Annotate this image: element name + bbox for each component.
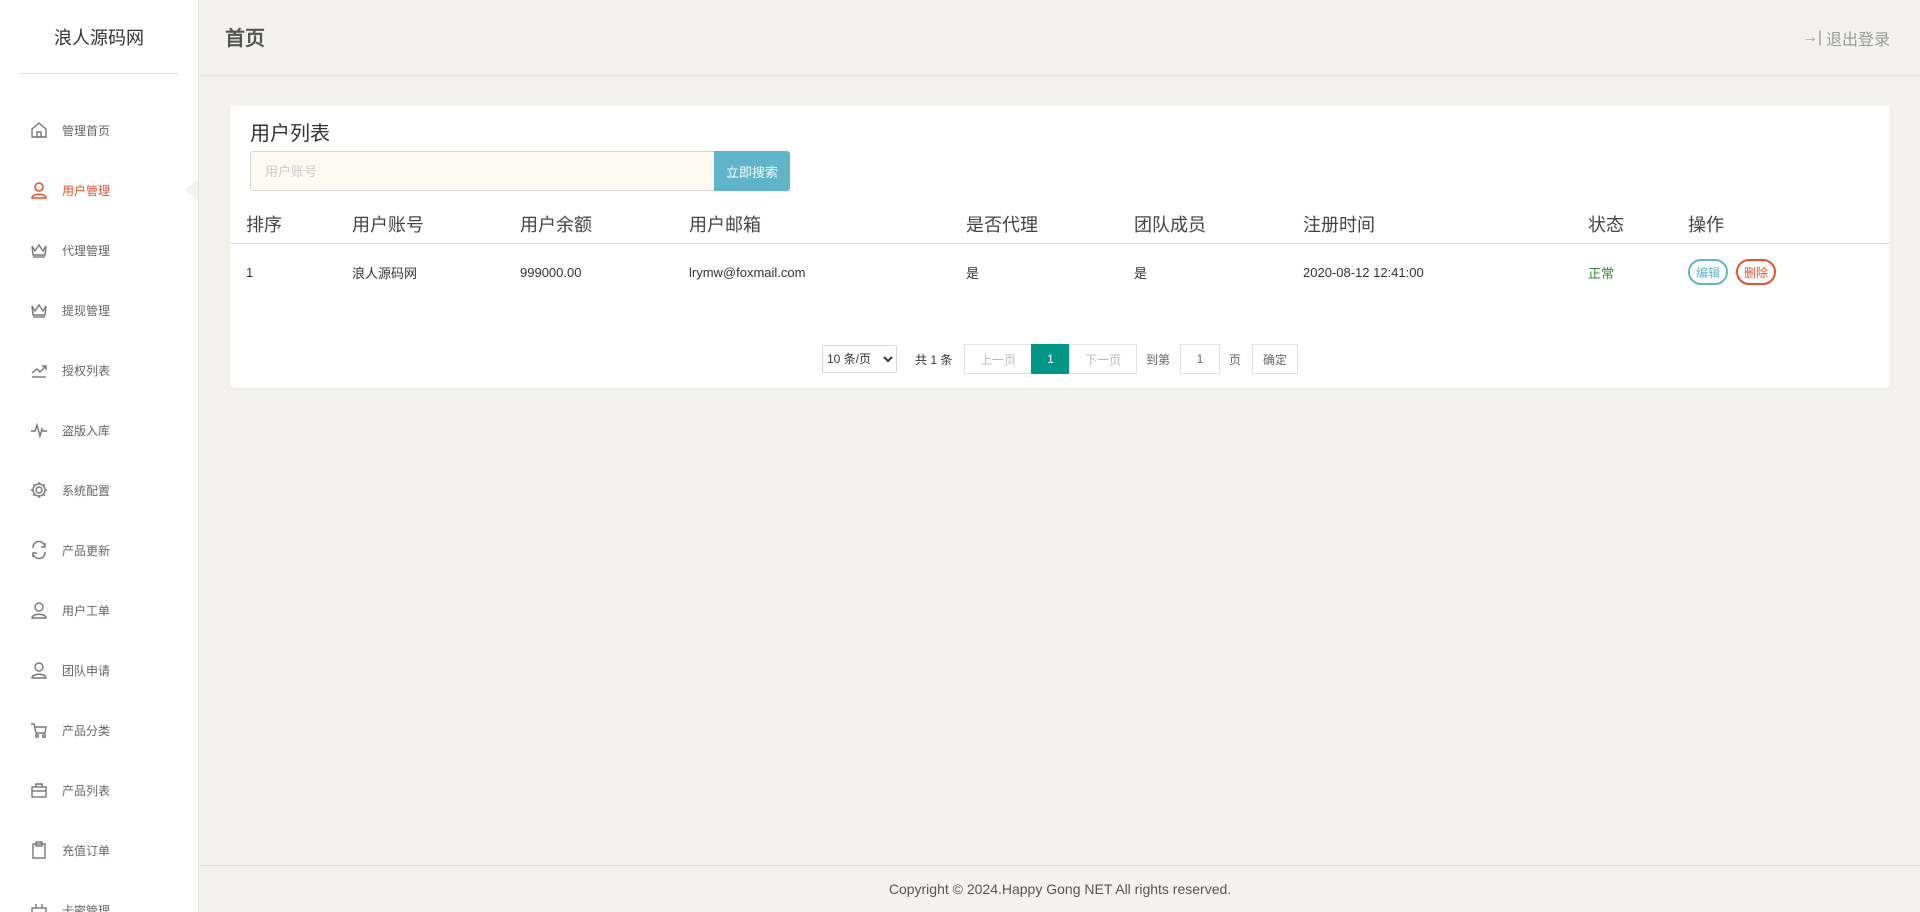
sidebar-item-label: 代理管理 (62, 243, 111, 258)
crown-icon (29, 240, 49, 260)
cell-is-agent: 是 (966, 265, 980, 281)
sidebar-item-label: 系统配置 (62, 483, 111, 498)
sidebar-item-users[interactable]: 用户管理 (0, 160, 198, 220)
sidebar-item-withdrawals[interactable]: 提现管理 (0, 280, 198, 340)
gear-icon (29, 480, 49, 500)
sidebar-item-piracy[interactable]: 盗版入库 (0, 400, 198, 460)
pulse-icon (29, 420, 49, 440)
total-count: 共 1 条 (915, 352, 953, 367)
table-header: 排序 用户账号 用户余额 用户邮箱 是否代理 团队成员 注册时间 状态 操作 (230, 202, 1890, 244)
top-header: 首页 →| 退出登录 (200, 0, 1920, 76)
current-page-button[interactable]: 1 (1031, 344, 1070, 374)
column-header: 操作 (1688, 215, 1724, 235)
sidebar-item-label: 产品分类 (62, 723, 111, 738)
footer: Copyright © 2024.Happy Gong NET All righ… (200, 865, 1920, 912)
bag-icon (29, 780, 49, 800)
sidebar-item-agents[interactable]: 代理管理 (0, 220, 198, 280)
sidebar-item-label: 卡密管理 (62, 903, 111, 912)
sidebar-item-label: 管理首页 (62, 123, 111, 138)
home-icon (29, 120, 49, 140)
cell-order: 1 (246, 264, 254, 280)
sidebar-item-label: 盗版入库 (62, 423, 111, 438)
clipboard-icon (29, 840, 49, 860)
table-row: 1 浪人源码网 999000.00 lrymw@foxmail.com 是 是 … (230, 244, 1890, 300)
next-page-button[interactable]: 下一页 (1069, 344, 1137, 374)
sidebar-item-licenses[interactable]: 授权列表 (0, 340, 198, 400)
sidebar-item-product-list[interactable]: 产品列表 (0, 760, 198, 820)
cell-account: 浪人源码网 (352, 265, 418, 281)
copyright-text: Copyright © 2024.Happy Gong NET All righ… (888, 881, 1232, 897)
search-button[interactable]: 立即搜索 (714, 151, 790, 191)
sidebar-item-label: 充值订单 (62, 843, 111, 858)
cell-reg-time: 2020-08-12 12:41:00 (1303, 264, 1424, 280)
sidebar-item-product-categories[interactable]: 产品分类 (0, 700, 198, 760)
sidebar-item-label: 产品列表 (62, 783, 111, 798)
column-header: 是否代理 (966, 215, 1038, 235)
goto-page-input[interactable] (1180, 344, 1220, 374)
sidebar-item-label: 授权列表 (62, 363, 111, 378)
user-list-panel: 用户列表 立即搜索 排序 用户账号 用户余额 用户邮箱 是否代理 团队成员 注册… (230, 106, 1890, 388)
cell-actions: 编辑 删除 (1688, 244, 1784, 300)
pagination: 10 条/页 共 1 条 上一页 1 下一页 到第 页 确定 (230, 344, 1890, 374)
goto-label: 到第 (1146, 352, 1171, 367)
box-icon (29, 900, 49, 912)
sidebar-item-label: 用户工单 (62, 603, 111, 618)
sidebar-item-dashboard[interactable]: 管理首页 (0, 100, 198, 160)
goto-confirm-button[interactable]: 确定 (1252, 344, 1298, 374)
sidebar-item-label: 产品更新 (62, 543, 111, 558)
cell-email: lrymw@foxmail.com (689, 264, 806, 280)
page-title: 首页 (225, 28, 265, 50)
page-unit-label: 页 (1229, 352, 1242, 367)
crown-icon (29, 300, 49, 320)
column-header: 状态 (1588, 215, 1624, 235)
column-header: 用户邮箱 (689, 215, 761, 235)
sidebar-item-recharge-orders[interactable]: 充值订单 (0, 820, 198, 880)
panel-title: 用户列表 (250, 123, 330, 145)
column-header: 用户账号 (352, 215, 424, 235)
delete-button[interactable]: 删除 (1736, 259, 1777, 285)
sidebar-item-label: 用户管理 (62, 183, 111, 198)
cell-balance: 999000.00 (520, 264, 582, 280)
sidebar-item-tickets[interactable]: 用户工单 (0, 580, 198, 640)
column-header: 注册时间 (1303, 215, 1375, 235)
trend-icon (29, 360, 49, 380)
page-size-select[interactable]: 10 条/页 (822, 345, 897, 373)
cell-team-member: 是 (1134, 265, 1148, 281)
logout-icon: →| (1801, 29, 1822, 46)
status-badge: 正常 (1588, 265, 1615, 281)
sidebar-item-label: 提现管理 (62, 303, 111, 318)
sidebar-item-team-applications[interactable]: 团队申请 (0, 640, 198, 700)
sidebar-item-updates[interactable]: 产品更新 (0, 520, 198, 580)
column-header: 团队成员 (1134, 215, 1206, 235)
logout-label: 退出登录 (1825, 32, 1890, 49)
refresh-icon (29, 540, 49, 560)
prev-page-button[interactable]: 上一页 (964, 344, 1032, 374)
sidebar: 浪人源码网 管理首页 用户管理 代理管理 提现管理 授权列表 盗版入库 系统配置 (0, 0, 199, 912)
edit-button[interactable]: 编辑 (1688, 259, 1729, 285)
sidebar-nav: 管理首页 用户管理 代理管理 提现管理 授权列表 盗版入库 系统配置 产品更新 (0, 74, 198, 912)
sidebar-item-settings[interactable]: 系统配置 (0, 460, 198, 520)
column-header: 排序 (246, 215, 282, 235)
cart-icon (29, 720, 49, 740)
user-icon (29, 660, 49, 680)
user-icon (29, 180, 49, 200)
user-table: 排序 用户账号 用户余额 用户邮箱 是否代理 团队成员 注册时间 状态 操作 1… (230, 202, 1890, 300)
sidebar-item-label: 团队申请 (62, 663, 111, 678)
sidebar-item-card-keys[interactable]: 卡密管理 (0, 880, 198, 912)
search-input[interactable] (250, 151, 715, 191)
column-header: 用户余额 (520, 215, 592, 235)
user-icon (29, 600, 49, 620)
logout-button[interactable]: →| 退出登录 (1802, 26, 1890, 50)
brand-logo[interactable]: 浪人源码网 (20, 0, 178, 74)
